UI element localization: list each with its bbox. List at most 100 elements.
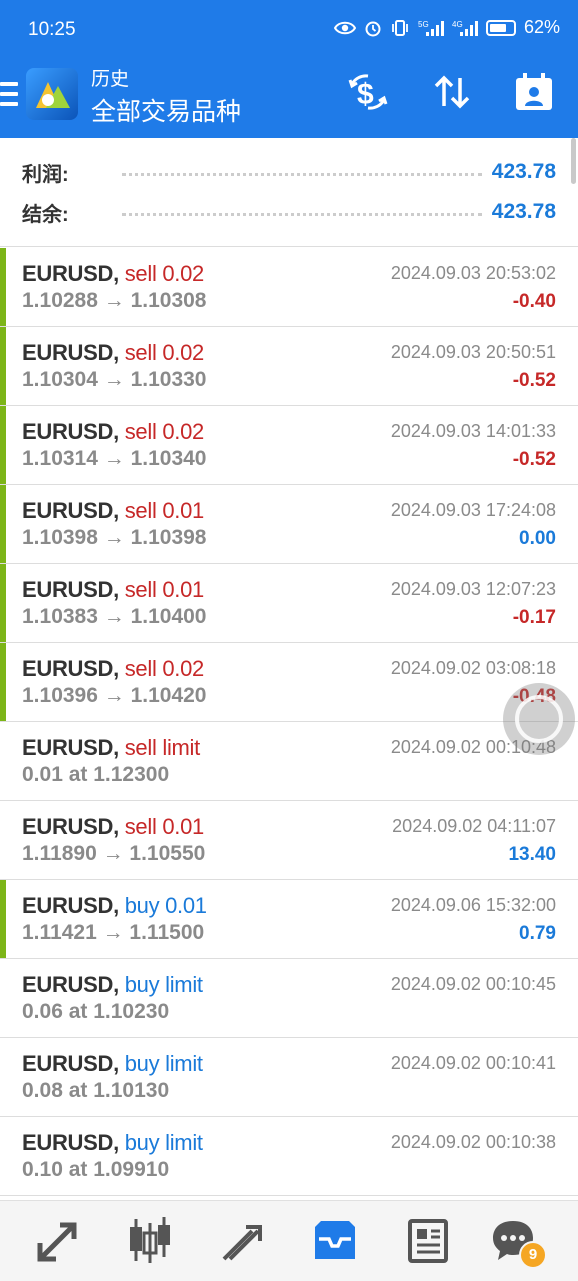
trade-row[interactable]: EURUSD, sell 0.02 1.10396 → 1.10420 2024.0… bbox=[0, 643, 578, 722]
profit-row: 利润: 423.78 bbox=[22, 156, 556, 188]
symbol-text: EURUSD, bbox=[22, 735, 119, 760]
trade-row[interactable]: EURUSD, sell 0.02 1.10304 → 1.10330 2024.0… bbox=[0, 327, 578, 406]
battery-percent: 62% bbox=[523, 17, 560, 37]
battery-icon bbox=[485, 19, 516, 36]
quotes-icon[interactable] bbox=[28, 1213, 88, 1269]
svg-text:$: $ bbox=[357, 78, 374, 111]
candlestick-chart-icon[interactable] bbox=[120, 1213, 180, 1269]
trade-time: 2024.09.02 04:11:07 bbox=[392, 816, 556, 836]
calendar-user-icon[interactable] bbox=[512, 70, 556, 114]
trade-row[interactable]: EURUSD, sell 0.01 1.10398 → 1.10398 2024.0… bbox=[0, 485, 578, 564]
profit-value: 423.78 bbox=[491, 160, 556, 183]
trade-symbol: EURUSD, sell 0.02 bbox=[22, 419, 204, 445]
header-title[interactable]: 全部交易品种 bbox=[91, 92, 241, 128]
app-logo bbox=[26, 68, 78, 120]
closed-marker bbox=[0, 327, 6, 405]
divider bbox=[122, 212, 482, 216]
trade-list[interactable]: EURUSD, sell 0.02 1.10288 → 1.10308 2024.0… bbox=[0, 248, 578, 1196]
menu-icon[interactable] bbox=[0, 82, 18, 108]
symbol-text: EURUSD, bbox=[22, 1130, 119, 1155]
trade-profit: -0.17 bbox=[512, 607, 556, 628]
symbol-text: EURUSD, bbox=[22, 340, 119, 365]
trade-profit: -0.40 bbox=[512, 291, 556, 312]
trade-action: buy 0.01 bbox=[124, 893, 207, 918]
profit-label: 利润: bbox=[22, 163, 69, 186]
svg-text:5G: 5G bbox=[418, 20, 429, 29]
symbol-text: EURUSD, bbox=[22, 498, 119, 523]
trade-action: sell 0.02 bbox=[124, 261, 205, 286]
trade-time: 2024.09.03 20:53:02 bbox=[390, 263, 556, 283]
floating-button[interactable] bbox=[503, 683, 575, 755]
trade-time: 2024.09.03 17:24:08 bbox=[390, 500, 556, 520]
app-bar: 历史 全部交易品种 $ bbox=[0, 62, 578, 138]
status-bar: 10:25 5G 4G 62% bbox=[0, 0, 578, 62]
chat-nav-item[interactable]: 9 bbox=[485, 1213, 547, 1269]
trade-prices: 1.10383 → 1.10400 bbox=[22, 605, 207, 628]
history-inbox-icon[interactable] bbox=[305, 1213, 365, 1269]
trade-prices: 1.11421 → 1.11500 bbox=[22, 921, 205, 944]
trade-symbol: EURUSD, sell 0.02 bbox=[22, 656, 204, 682]
trade-symbol: EURUSD, sell 0.01 bbox=[22, 814, 204, 840]
symbol-text: EURUSD, bbox=[22, 577, 119, 602]
symbol-text: EURUSD, bbox=[22, 261, 119, 286]
vibrate-icon bbox=[392, 19, 408, 36]
symbol-text: EURUSD, bbox=[22, 972, 119, 997]
news-icon[interactable] bbox=[398, 1213, 458, 1269]
trade-row[interactable]: EURUSD, buy limit 0.06 at 1.10230 2024.09.… bbox=[0, 959, 578, 1038]
trade-time: 2024.09.03 20:50:51 bbox=[390, 342, 556, 362]
sort-icon[interactable] bbox=[430, 70, 474, 114]
trade-prices: 0.01 at 1.12300 bbox=[22, 763, 170, 786]
trade-symbol: EURUSD, sell 0.01 bbox=[22, 577, 204, 603]
balance-label: 结余: bbox=[22, 203, 69, 226]
trade-time: 2024.09.03 14:01:33 bbox=[390, 421, 556, 441]
status-time: 10:25 bbox=[28, 19, 76, 40]
trade-row[interactable]: EURUSD, sell limit 0.01 at 1.12300 2024.09… bbox=[0, 722, 578, 801]
currency-exchange-icon[interactable]: $ bbox=[346, 70, 390, 114]
trade-action: sell 0.02 bbox=[124, 656, 205, 681]
trade-row[interactable]: EURUSD, buy 0.01 1.11421 → 1.11500 2024.09… bbox=[0, 880, 578, 959]
trade-prices: 1.10288 → 1.10308 bbox=[22, 289, 207, 312]
trade-symbol: EURUSD, sell limit bbox=[22, 735, 200, 761]
trade-symbol: EURUSD, buy limit bbox=[22, 1051, 203, 1077]
header-subtitle: 历史 bbox=[91, 69, 130, 90]
bottom-nav: 9 bbox=[0, 1200, 578, 1281]
trade-time: 2024.09.02 00:10:45 bbox=[390, 974, 556, 994]
trade-symbol: EURUSD, buy limit bbox=[22, 972, 203, 998]
symbol-text: EURUSD, bbox=[22, 656, 119, 681]
trade-prices: 1.10314 → 1.10340 bbox=[22, 447, 207, 470]
balance-row: 结余: 423.78 bbox=[22, 196, 556, 228]
trade-icon[interactable] bbox=[212, 1213, 272, 1269]
chat-badge: 9 bbox=[519, 1241, 547, 1269]
signal-4g-icon: 4G bbox=[452, 20, 478, 36]
trade-prices: 0.06 at 1.10230 bbox=[22, 1000, 170, 1023]
trade-row[interactable]: EURUSD, sell 0.01 1.10383 → 1.10400 2024.0… bbox=[0, 564, 578, 643]
divider bbox=[122, 172, 482, 176]
trade-time: 2024.09.02 03:08:18 bbox=[390, 658, 556, 678]
closed-marker bbox=[0, 880, 6, 958]
trade-profit: -0.52 bbox=[512, 370, 556, 391]
trade-row[interactable]: EURUSD, sell 0.02 1.10288 → 1.10308 2024.0… bbox=[0, 248, 578, 327]
symbol-text: EURUSD, bbox=[22, 419, 119, 444]
closed-marker bbox=[0, 406, 6, 484]
trade-symbol: EURUSD, sell 0.01 bbox=[22, 498, 204, 524]
trade-action: sell 0.01 bbox=[124, 498, 205, 523]
summary-panel: 利润: 423.78 结余: 423.78 bbox=[0, 138, 578, 247]
trade-row[interactable]: EURUSD, buy limit 0.08 at 1.10130 2024.09.… bbox=[0, 1038, 578, 1117]
closed-marker bbox=[0, 248, 6, 326]
eye-icon bbox=[333, 21, 356, 34]
trade-action: buy limit bbox=[124, 1130, 203, 1155]
trade-row[interactable]: EURUSD, sell 0.01 1.11890 → 1.10550 2024.0… bbox=[0, 801, 578, 880]
trade-row[interactable]: EURUSD, buy limit 0.10 at 1.09910 2024.09.… bbox=[0, 1117, 578, 1196]
trade-time: 2024.09.06 15:32:00 bbox=[390, 895, 556, 915]
trade-action: sell 0.01 bbox=[124, 814, 205, 839]
trade-symbol: EURUSD, buy 0.01 bbox=[22, 893, 207, 919]
symbol-text: EURUSD, bbox=[22, 1051, 119, 1076]
symbol-text: EURUSD, bbox=[22, 814, 119, 839]
trade-action: sell 0.02 bbox=[124, 340, 205, 365]
trade-prices: 0.08 at 1.10130 bbox=[22, 1079, 170, 1102]
trade-row[interactable]: EURUSD, sell 0.02 1.10314 → 1.10340 2024.0… bbox=[0, 406, 578, 485]
trade-prices: 1.11890 → 1.10550 bbox=[22, 842, 206, 865]
trade-action: buy limit bbox=[124, 1051, 203, 1076]
trade-profit: 13.40 bbox=[508, 844, 556, 865]
scrollbar[interactable] bbox=[571, 138, 576, 184]
